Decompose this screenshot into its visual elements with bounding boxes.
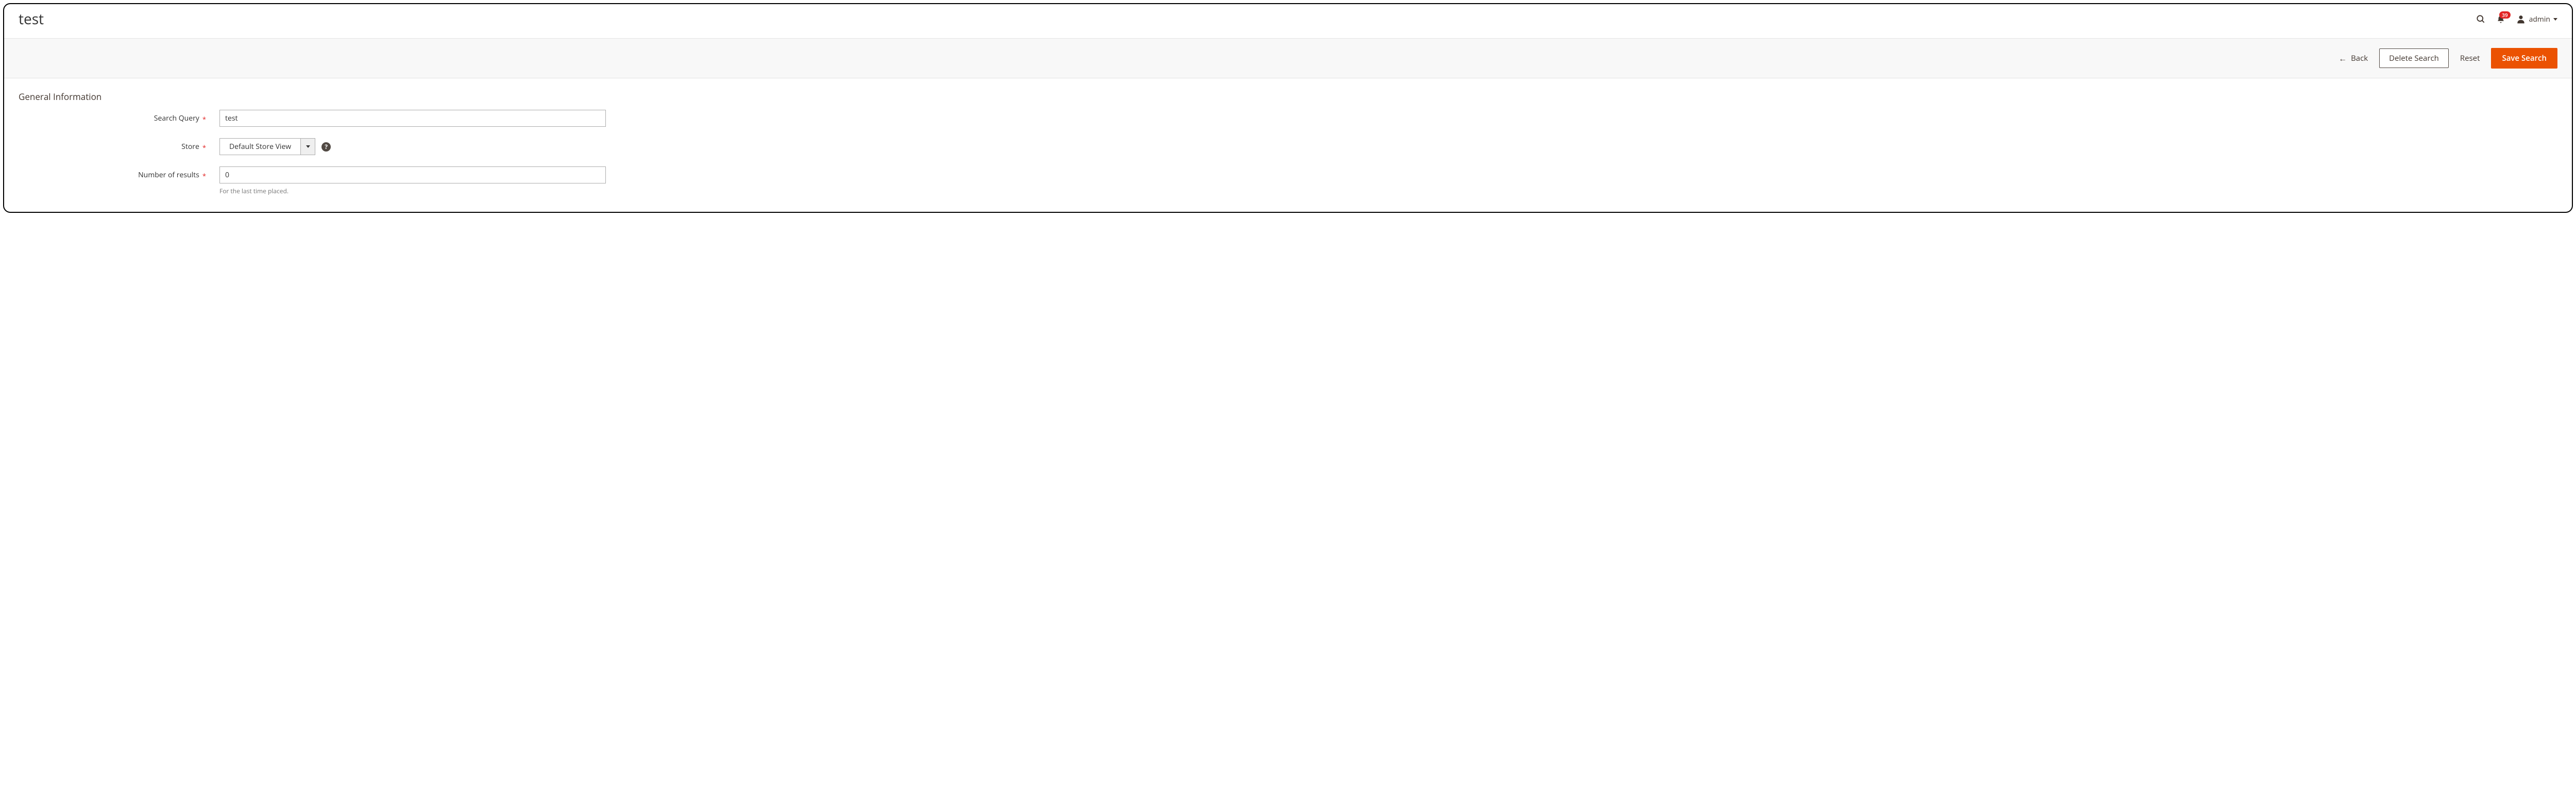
field-row-store: Store * Default Store View ? (19, 138, 2557, 155)
form-general-information: Search Query * Store * Default Store Vie… (4, 110, 2572, 195)
back-button[interactable]: ← Back (2338, 53, 2368, 63)
save-search-button[interactable]: Save Search (2491, 48, 2557, 69)
chevron-down-icon (2553, 18, 2557, 21)
user-icon (2516, 14, 2526, 24)
store-label: Store (181, 142, 199, 152)
action-bar: ← Back Delete Search Reset Save Search (4, 38, 2572, 78)
field-row-number-of-results: Number of results * For the last time pl… (19, 166, 2557, 195)
username-label: admin (2529, 14, 2550, 24)
chevron-down-icon (306, 145, 310, 148)
required-indicator: * (202, 114, 206, 124)
section-title: General Information (4, 78, 2572, 110)
reset-button[interactable]: Reset (2460, 53, 2480, 63)
notification-badge: 39 (2499, 11, 2510, 19)
store-select-toggle (300, 139, 315, 155)
header-bar: test 39 admin (4, 4, 2572, 38)
notifications-icon[interactable]: 39 (2496, 14, 2505, 24)
required-indicator: * (202, 143, 206, 152)
required-indicator: * (202, 171, 206, 180)
help-icon[interactable]: ? (321, 142, 331, 152)
store-select-value: Default Store View (220, 142, 300, 152)
search-icon[interactable] (2476, 14, 2486, 24)
store-select[interactable]: Default Store View (219, 138, 315, 155)
field-row-search-query: Search Query * (19, 110, 2557, 127)
number-of-results-input[interactable] (219, 166, 606, 183)
arrow-left-icon: ← (2338, 54, 2347, 62)
number-of-results-hint: For the last time placed. (219, 187, 606, 195)
user-menu[interactable]: admin (2516, 14, 2557, 24)
back-label: Back (2351, 53, 2368, 63)
header-actions: 39 admin (2476, 14, 2557, 24)
number-of-results-label: Number of results (138, 170, 199, 180)
search-query-label: Search Query (154, 113, 199, 123)
page-title: test (19, 9, 44, 29)
delete-search-button[interactable]: Delete Search (2379, 48, 2449, 68)
search-query-input[interactable] (219, 110, 606, 127)
